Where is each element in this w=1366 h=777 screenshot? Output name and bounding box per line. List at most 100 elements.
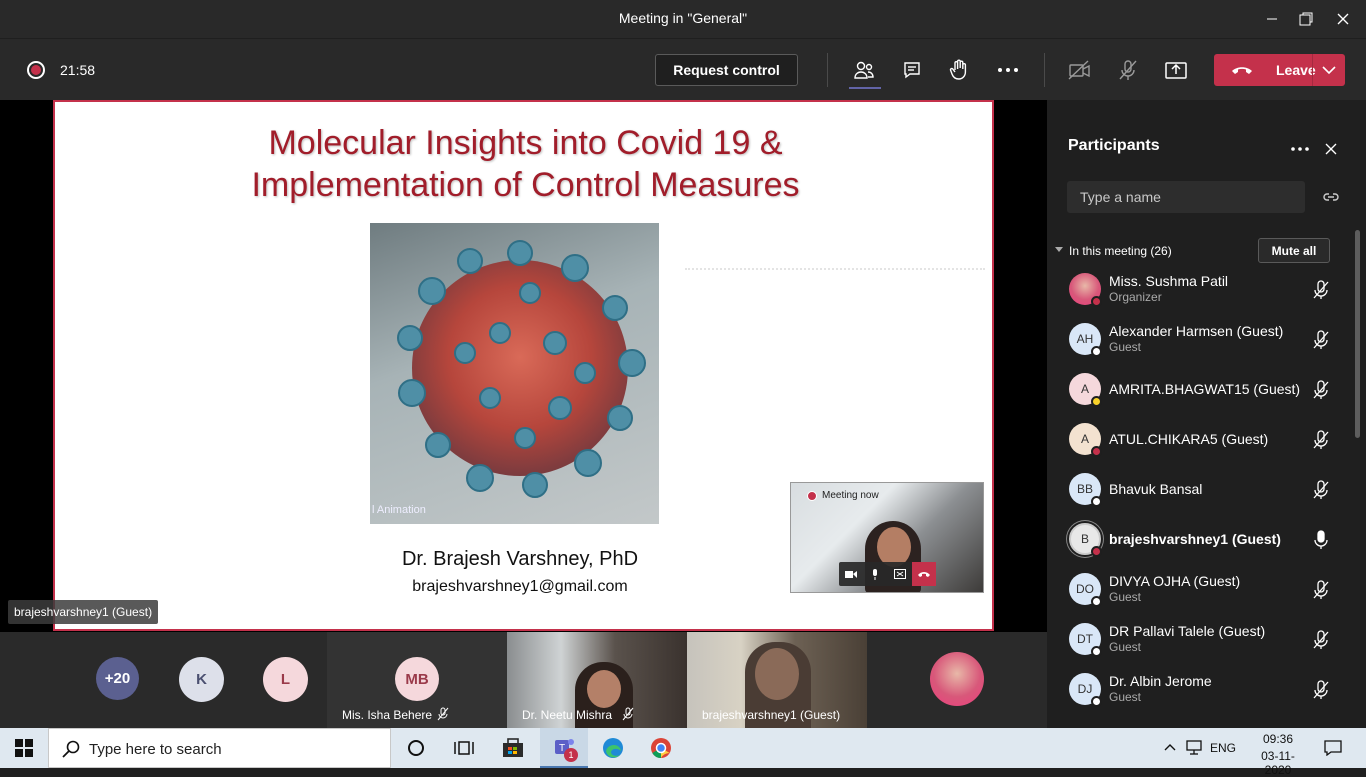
participant-tile-brajesh[interactable]: brajeshvarshney1 (Guest)	[687, 632, 867, 728]
participant-avatar-mb: MB	[395, 657, 439, 701]
cortana-icon[interactable]	[392, 728, 440, 768]
mic-muted-icon[interactable]	[1312, 380, 1330, 400]
participant-photo-avatar	[930, 652, 984, 706]
recording-icon	[27, 61, 45, 79]
language-indicator[interactable]: ENG	[1210, 741, 1236, 755]
participant-avatar-k[interactable]: K	[179, 657, 224, 702]
taskbar-search-box[interactable]: Type here to search	[48, 728, 391, 768]
participant-name: Bhavuk Bansal	[1109, 481, 1203, 497]
chat-icon[interactable]	[899, 58, 925, 82]
muted-icon	[622, 707, 634, 721]
mic-muted-icon[interactable]	[1312, 330, 1330, 350]
toolbar-divider	[1044, 53, 1045, 87]
self-view-face	[877, 527, 911, 567]
participant-name: Dr. Neetu Mishra	[522, 708, 613, 722]
participant-row[interactable]: Bbrajeshvarshney1 (Guest)	[1047, 515, 1347, 565]
participant-role: Organizer	[1109, 290, 1162, 304]
clock-time[interactable]: 09:36	[1250, 732, 1306, 746]
show-participants-icon[interactable]	[851, 58, 877, 82]
screen-share-name-tag: brajeshvarshney1 (Guest)	[8, 600, 159, 624]
clock-date[interactable]: 03-11-2020	[1250, 749, 1306, 777]
show-hidden-icons-icon[interactable]	[1164, 743, 1176, 751]
close-window-icon[interactable]	[1320, 0, 1366, 38]
participant-row[interactable]: A ATUL.CHIKARA5 (Guest)	[1047, 415, 1347, 465]
close-panel-icon[interactable]	[1325, 143, 1337, 155]
leave-divider	[1312, 54, 1313, 86]
chrome-icon[interactable]	[637, 728, 685, 768]
slide-title-line1: Molecular Insights into Covid 19 &	[268, 124, 783, 162]
mic-muted-icon[interactable]	[1312, 580, 1330, 600]
image-caption: l Animation	[372, 504, 426, 516]
windows-start-icon[interactable]	[0, 728, 48, 768]
presence-status-icon	[1091, 296, 1102, 307]
mic-off-icon[interactable]	[1115, 58, 1141, 82]
participant-row[interactable]: Miss. Sushma Patil Organizer	[1047, 265, 1347, 315]
participant-avatar-l[interactable]: L	[263, 657, 308, 702]
share-invite-link-icon[interactable]	[1323, 190, 1339, 204]
mic-icon[interactable]	[1312, 530, 1330, 550]
participant-name: DR Pallavi Talele (Guest)	[1109, 623, 1266, 639]
mic-muted-icon[interactable]	[1312, 680, 1330, 700]
participant-name: AMRITA.BHAGWAT15 (Guest)	[1109, 381, 1301, 397]
in-meeting-section-label[interactable]: In this meeting (26)	[1069, 244, 1172, 258]
raise-hand-icon[interactable]	[946, 58, 972, 82]
participant-role: Guest	[1109, 340, 1142, 354]
participant-row[interactable]: BB Bhavuk Bansal	[1047, 465, 1347, 515]
participant-role: Guest	[1109, 590, 1142, 604]
mic-muted-icon[interactable]	[1312, 280, 1330, 300]
windows-taskbar: Type here to search T 1 ENG 09:36 03-11-…	[0, 728, 1366, 777]
virus-image: l Animation	[370, 223, 659, 524]
participant-name: Dr. Albin Jerome	[1109, 673, 1212, 689]
meeting-controls-bar: 21:58 Request control Leave	[0, 38, 1366, 100]
presence-status-icon	[1091, 496, 1102, 507]
panel-scrollbar[interactable]	[1355, 230, 1360, 438]
mic-muted-icon[interactable]	[1312, 480, 1330, 500]
participant-tile-isha[interactable]: MB Mis. Isha Behere	[327, 632, 507, 728]
hang-up-icon[interactable]	[911, 562, 936, 586]
more-options-icon[interactable]	[995, 58, 1021, 82]
participant-row[interactable]: DT DR Pallavi Talele (Guest) Guest	[1047, 615, 1347, 665]
notifications-icon[interactable]	[1324, 740, 1342, 756]
teams-notification-badge: 1	[564, 748, 578, 762]
panel-more-icon[interactable]	[1291, 146, 1309, 152]
participant-row[interactable]: AH Alexander Harmsen (Guest) Guest	[1047, 315, 1347, 365]
leave-button[interactable]: Leave	[1214, 54, 1345, 86]
leave-label: Leave	[1276, 62, 1316, 78]
overflow-participants-badge[interactable]: +20	[96, 657, 139, 700]
network-icon[interactable]	[1186, 740, 1204, 756]
chevron-down-icon[interactable]	[1055, 247, 1063, 253]
window-title: Meeting in "General"	[618, 10, 748, 26]
window-title-bar: Meeting in "General"	[0, 0, 1366, 38]
mic-muted-icon[interactable]	[1312, 630, 1330, 650]
end-call-icon	[1232, 67, 1252, 74]
mic-icon[interactable]	[863, 562, 887, 586]
recording-indicator-icon	[807, 491, 817, 501]
chevron-down-icon[interactable]	[1322, 65, 1336, 75]
camera-icon[interactable]	[839, 562, 863, 586]
presence-status-icon	[1091, 346, 1102, 357]
mute-all-button[interactable]: Mute all	[1258, 238, 1330, 263]
store-icon[interactable]	[489, 728, 537, 768]
participant-tile-neetu[interactable]: Dr. Neetu Mishra	[507, 632, 687, 728]
participant-row[interactable]: A AMRITA.BHAGWAT15 (Guest)	[1047, 365, 1347, 415]
presence-status-icon	[1091, 446, 1102, 457]
participant-search-input[interactable]: Type a name	[1067, 181, 1305, 213]
presenter-email: brajeshvarshney1@gmail.com	[412, 578, 628, 595]
share-screen-icon[interactable]	[1163, 58, 1189, 82]
presence-status-icon	[1091, 696, 1102, 707]
slide-divider	[685, 268, 985, 270]
stop-share-icon[interactable]	[888, 562, 912, 586]
teams-taskbar-icon[interactable]: T 1	[540, 728, 588, 768]
task-view-icon[interactable]	[440, 728, 488, 768]
participant-tile-photo[interactable]	[867, 632, 1047, 728]
camera-off-icon[interactable]	[1067, 58, 1093, 82]
edge-icon[interactable]	[589, 728, 637, 768]
mic-muted-icon[interactable]	[1312, 430, 1330, 450]
self-view-video[interactable]: Meeting now	[790, 482, 984, 593]
presence-status-icon	[1091, 596, 1102, 607]
participant-row[interactable]: DJ Dr. Albin Jerome Guest	[1047, 665, 1347, 715]
request-control-button[interactable]: Request control	[655, 54, 798, 86]
meeting-now-label: Meeting now	[822, 490, 879, 501]
participant-row[interactable]: DO DIVYA OJHA (Guest) Guest	[1047, 565, 1347, 615]
slide-title-line2: Implementation of Control Measures	[251, 166, 800, 204]
